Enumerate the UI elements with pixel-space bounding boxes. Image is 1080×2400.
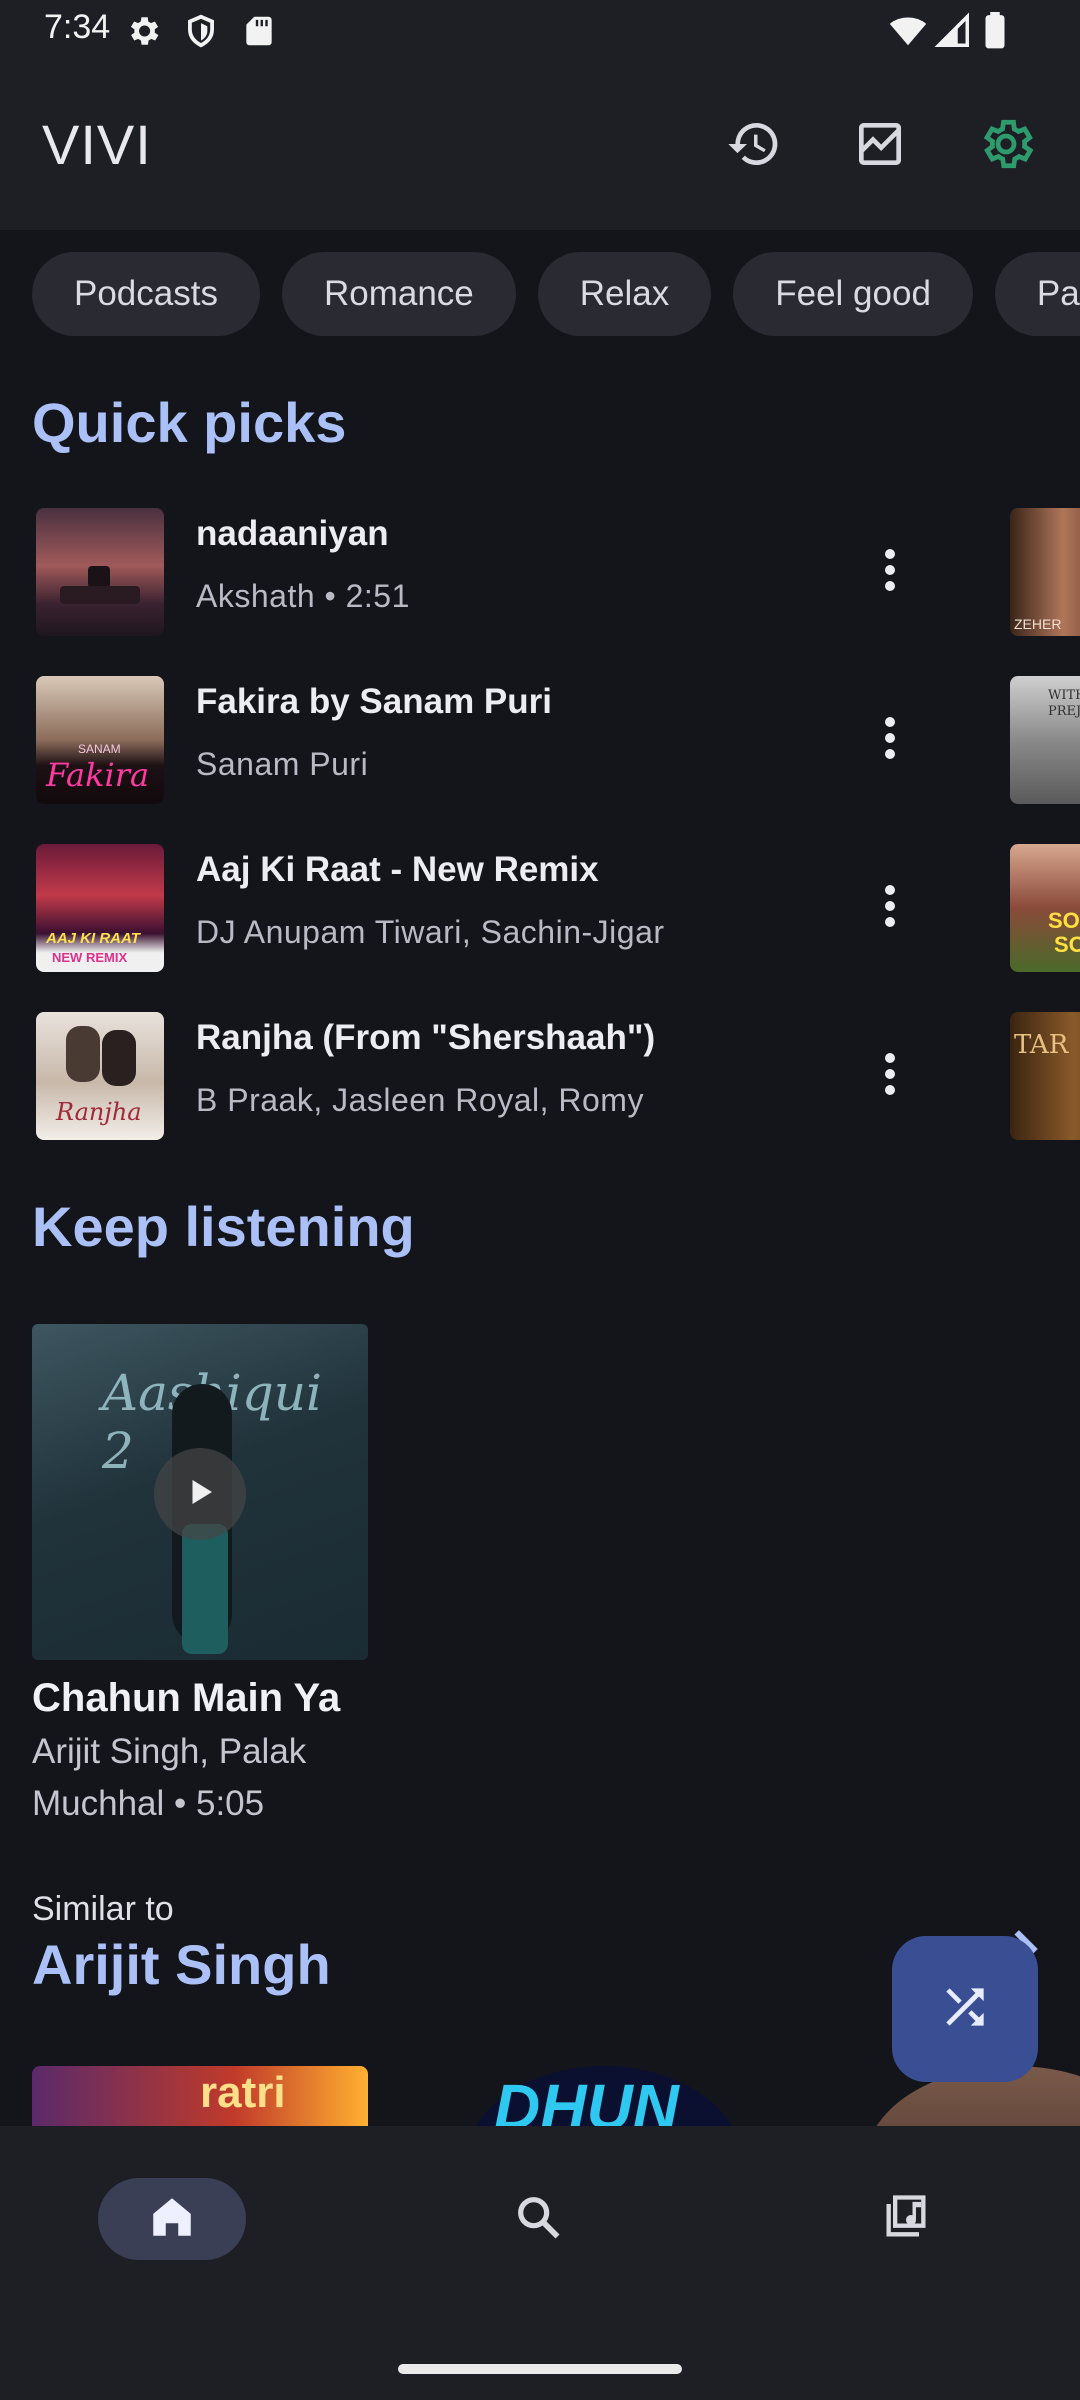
song-subtitle: DJ Anupam Tiwari, Sachin-Jigar <box>196 914 665 950</box>
status-time: 7:34 <box>44 8 111 46</box>
side-thumb-text: SON <box>1048 908 1080 933</box>
history-icon <box>726 116 782 177</box>
song-thumbnail <box>36 508 164 636</box>
signal-icon <box>934 12 972 50</box>
quick-pick-row[interactable]: AAJ KI RAAT NEW REMIX Aaj Ki Raat - New … <box>36 844 1080 974</box>
quick-pick-row[interactable]: SANAM Fakira Fakira by Sanam Puri Sanam … <box>36 676 1080 806</box>
song-subtitle: B Praak, Jasleen Royal, Romy <box>196 1082 644 1118</box>
settings-button[interactable] <box>974 114 1038 178</box>
wifi-icon <box>888 12 927 50</box>
library-icon <box>880 2191 932 2248</box>
next-column-thumbnail[interactable]: SON SO <box>1010 844 1080 972</box>
shield-icon <box>182 12 220 50</box>
album-title: Chahun Main Ya <box>32 1676 341 1720</box>
search-icon <box>512 2191 564 2248</box>
similar-label: Similar to <box>32 1890 174 1928</box>
more-options-button[interactable] <box>858 708 922 772</box>
song-thumbnail: SANAM Fakira <box>36 676 164 804</box>
song-title: Fakira by Sanam Puri <box>196 682 552 721</box>
thumb-text: SANAM <box>78 742 121 756</box>
bottom-navigation <box>0 2126 1080 2400</box>
song-thumbnail: Ranjha <box>36 1012 164 1140</box>
shuffle-icon <box>937 1979 993 2040</box>
battery-icon <box>982 12 1020 50</box>
nav-home[interactable] <box>98 2178 246 2260</box>
keep-listening-title: Keep listening <box>32 1195 415 1258</box>
shuffle-button[interactable] <box>892 1936 1038 2082</box>
app-title: VIVI <box>42 113 152 176</box>
side-thumb-text: ZEHER <box>1014 616 1062 632</box>
nav-library[interactable] <box>832 2178 980 2260</box>
more-vert-icon <box>883 547 897 598</box>
song-subtitle: Sanam Puri <box>196 746 369 782</box>
mood-chips: Podcasts Romance Relax Feel good Pa <box>32 252 1080 336</box>
side-thumb-text: WITHO <box>1048 688 1080 703</box>
thumb-text: Fakira <box>46 756 150 794</box>
chip-romance[interactable]: Romance <box>281 252 516 336</box>
quick-pick-row[interactable]: nadaaniyan Akshath • 2:51 ZEHER <box>36 508 1080 638</box>
album-card[interactable]: Aashiqui 2 <box>32 1324 368 1660</box>
next-column-thumbnail[interactable]: ZEHER <box>1010 508 1080 636</box>
thumb-text: AAJ KI RAAT <box>46 930 140 947</box>
similar-card-text: ratri <box>200 2068 286 2117</box>
app-bar: VIVI <box>0 62 1080 230</box>
side-thumb-text: SO <box>1054 932 1080 957</box>
chip-feel-good[interactable]: Feel good <box>733 252 973 336</box>
more-options-button[interactable] <box>858 540 922 604</box>
song-title: Ranjha (From "Shershaah") <box>196 1018 656 1057</box>
song-title: Aaj Ki Raat - New Remix <box>196 850 599 889</box>
play-icon <box>182 1474 218 1515</box>
similar-artist-title[interactable]: Arijit Singh <box>32 1932 331 1997</box>
home-icon <box>147 2192 197 2247</box>
similar-card-thumbnail[interactable]: DHUN <box>464 2066 744 2126</box>
stats-icon <box>852 116 908 177</box>
thumb-text: Ranjha <box>56 1098 142 1126</box>
status-bar: 7:34 <box>0 0 1080 62</box>
quick-pick-row[interactable]: Ranjha Ranjha (From "Shershaah") B Praak… <box>36 1012 1080 1142</box>
sd-card-icon <box>240 12 278 50</box>
similar-card-text: DHUN <box>494 2071 679 2126</box>
nav-search[interactable] <box>464 2178 612 2260</box>
side-thumb-text: PREJU <box>1048 704 1080 719</box>
more-vert-icon <box>883 1051 897 1102</box>
gesture-handle <box>398 2364 682 2374</box>
song-subtitle: Akshath • 2:51 <box>196 578 410 614</box>
chip-relax[interactable]: Relax <box>537 252 712 336</box>
next-column-thumbnail[interactable]: WITHO PREJU <box>1010 676 1080 804</box>
stats-button[interactable] <box>848 114 912 178</box>
gear-icon <box>124 12 162 50</box>
more-vert-icon <box>883 883 897 934</box>
settings-icon <box>976 114 1036 179</box>
album-subtitle: Arijit Singh, Palak Muchhal • 5:05 <box>32 1732 307 1823</box>
history-button[interactable] <box>722 114 786 178</box>
next-column-thumbnail[interactable]: TAR <box>1010 1012 1080 1140</box>
side-thumb-text: TAR <box>1014 1030 1069 1060</box>
more-options-button[interactable] <box>858 1044 922 1108</box>
chip-podcasts[interactable]: Podcasts <box>32 252 260 336</box>
similar-card-thumbnail[interactable]: ratri <box>32 2066 368 2126</box>
thumb-text: NEW REMIX <box>52 950 128 965</box>
more-options-button[interactable] <box>858 876 922 940</box>
play-button[interactable] <box>154 1448 246 1540</box>
album-cover-text: Aashiqui 2 <box>102 1364 322 1480</box>
chip-party[interactable]: Pa <box>994 252 1080 336</box>
quick-picks-title: Quick picks <box>32 391 347 454</box>
song-thumbnail: AAJ KI RAAT NEW REMIX <box>36 844 164 972</box>
more-vert-icon <box>883 715 897 766</box>
song-title: nadaaniyan <box>196 514 389 553</box>
